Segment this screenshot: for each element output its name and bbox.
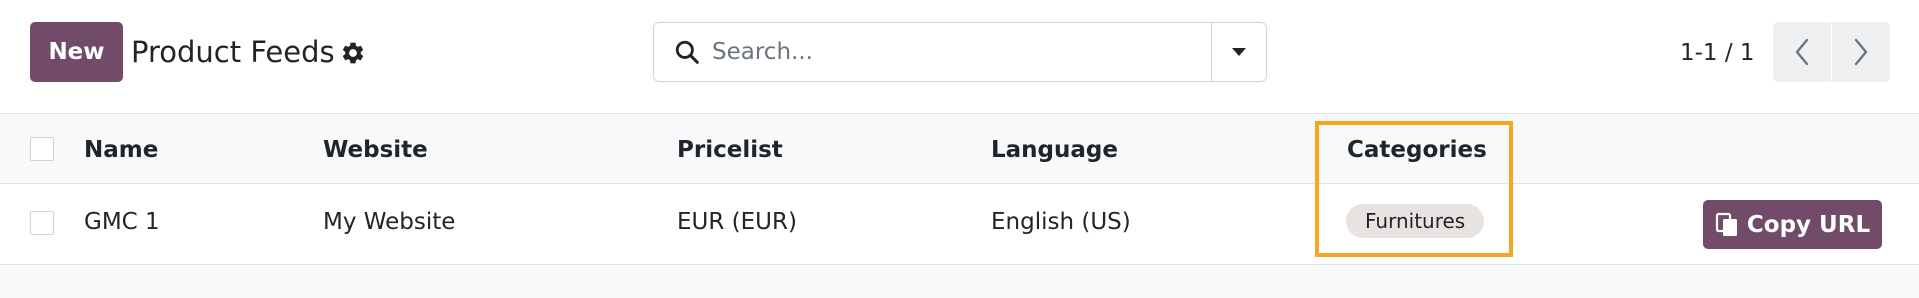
search-input[interactable] xyxy=(712,31,1182,73)
cell-website: My Website xyxy=(323,209,456,235)
column-header-pricelist[interactable]: Pricelist xyxy=(677,137,783,163)
chevron-right-icon xyxy=(1854,38,1868,66)
control-panel: New Product Feeds 1-1 / 1 xyxy=(0,0,1919,114)
cell-pricelist: EUR (EUR) xyxy=(677,209,797,235)
cell-language: English (US) xyxy=(991,209,1131,235)
table-header: Name Website Pricelist Language Categori… xyxy=(0,114,1919,184)
row-checkbox[interactable] xyxy=(30,211,54,235)
pager-next-button[interactable] xyxy=(1832,22,1890,82)
copy-icon xyxy=(1715,212,1737,236)
cell-name: GMC 1 xyxy=(84,209,160,235)
pager-value[interactable]: 1-1 / 1 xyxy=(1680,40,1755,66)
search-box xyxy=(653,22,1267,82)
new-button[interactable]: New xyxy=(30,22,123,82)
categories-highlight-box xyxy=(1315,121,1513,257)
search-icon xyxy=(675,40,699,64)
copy-url-button[interactable]: Copy URL xyxy=(1703,200,1882,249)
copy-url-label: Copy URL xyxy=(1746,211,1871,238)
page-title: Product Feeds xyxy=(131,35,335,69)
search-options-toggle[interactable] xyxy=(1211,23,1266,81)
column-header-name[interactable]: Name xyxy=(84,137,158,163)
column-header-language[interactable]: Language xyxy=(991,137,1118,163)
column-header-website[interactable]: Website xyxy=(323,137,428,163)
gear-icon[interactable] xyxy=(340,40,366,66)
table-row[interactable]: GMC 1 My Website EUR (EUR) English (US) … xyxy=(0,184,1919,265)
caret-down-icon xyxy=(1232,48,1246,56)
chevron-left-icon xyxy=(1795,38,1809,66)
select-all-checkbox[interactable] xyxy=(30,137,54,161)
pager-previous-button[interactable] xyxy=(1773,22,1831,82)
